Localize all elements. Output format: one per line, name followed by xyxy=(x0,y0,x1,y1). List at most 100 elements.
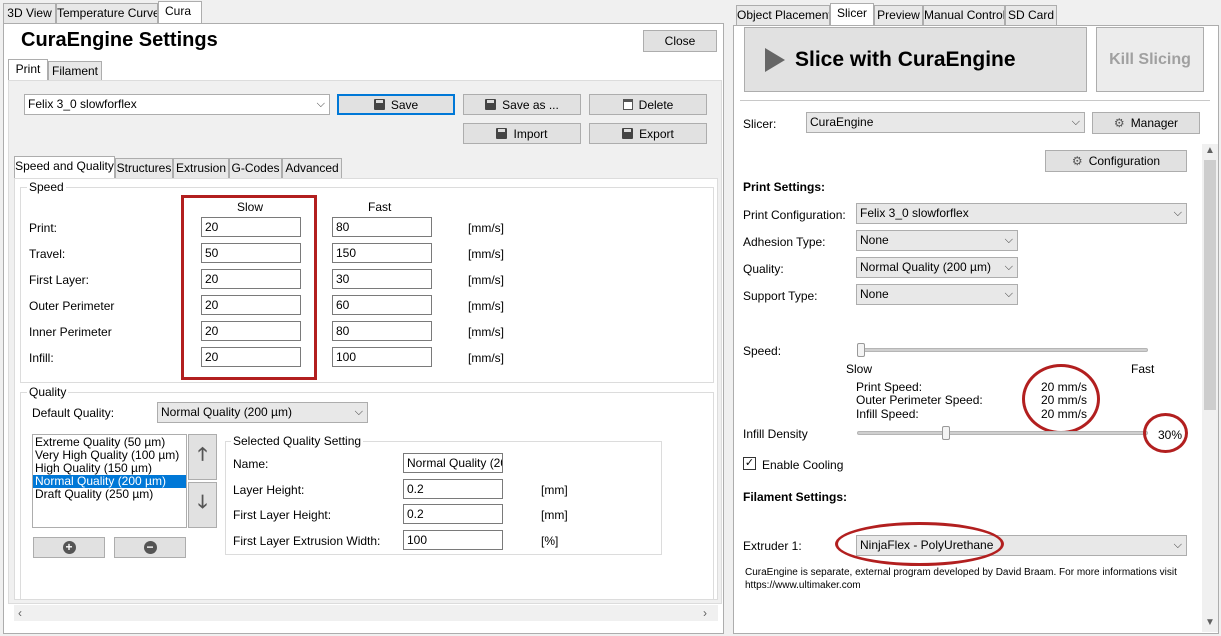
infill-density-label: Infill Density xyxy=(743,427,808,441)
print-fast-input[interactable]: 80 xyxy=(332,217,432,237)
quality-label: Quality: xyxy=(743,262,784,276)
gears-icon: ⚙ xyxy=(1113,116,1125,130)
tab-g-codes[interactable]: G-Codes xyxy=(229,158,282,179)
speed-slider-thumb[interactable] xyxy=(857,343,865,357)
slow-column-highlight xyxy=(181,195,317,380)
tab-print[interactable]: Print xyxy=(8,59,48,82)
move-down-button[interactable]: 🡓 xyxy=(188,482,217,528)
tab-preview[interactable]: Preview xyxy=(874,5,923,26)
chevron-down-icon: ⌵ xyxy=(1173,539,1182,551)
import-button[interactable]: Import xyxy=(463,123,581,144)
enable-cooling-checkbox[interactable]: ✓ xyxy=(743,457,756,470)
infill-slider-track[interactable] xyxy=(857,431,1148,435)
unit-label: [mm] xyxy=(541,508,568,522)
travel-fast-input[interactable]: 150 xyxy=(332,243,432,263)
horizontal-scrollbar[interactable] xyxy=(14,605,718,621)
tab-extrusion[interactable]: Extrusion xyxy=(173,158,229,179)
infill-fast-input[interactable]: 100 xyxy=(332,347,432,367)
first-layer-extrusion-width-input[interactable]: 100 xyxy=(403,530,503,550)
move-up-button[interactable]: 🡑 xyxy=(188,434,217,480)
infill-slider-thumb[interactable] xyxy=(941,426,950,440)
scrollbar-thumb[interactable] xyxy=(1204,160,1216,410)
save-icon xyxy=(373,99,385,110)
name-label: Name: xyxy=(233,457,269,471)
unit-label: [mm/s] xyxy=(468,351,504,365)
speed-row-label: Print: xyxy=(29,221,58,235)
close-button[interactable]: Close xyxy=(643,30,717,52)
print-speed-label: Print Speed: xyxy=(856,380,923,394)
default-quality-select[interactable]: Normal Quality (200 µm) ⌵ xyxy=(157,402,368,423)
tab-manual-control[interactable]: Manual Control xyxy=(923,5,1005,26)
scroll-down-icon[interactable]: ▼ xyxy=(1205,617,1215,628)
print-configuration-select[interactable]: Felix 3_0 slowforflex ⌵ xyxy=(856,203,1187,224)
speed-slider-track[interactable] xyxy=(857,348,1148,352)
kill-slicing-button[interactable]: Kill Slicing xyxy=(1096,27,1204,92)
quality-list-items: Extreme Quality (50 µm) Very High Quality… xyxy=(33,436,186,501)
slicer-select[interactable]: CuraEngine ⌵ xyxy=(806,112,1085,133)
slicer-value: CuraEngine xyxy=(810,115,874,129)
inner-perimeter-fast-input[interactable]: 80 xyxy=(332,321,432,341)
unit-label: [mm/s] xyxy=(468,299,504,313)
tab-object-placement[interactable]: Object Placement xyxy=(736,5,830,26)
configuration-button[interactable]: ⚙ Configuration xyxy=(1045,150,1187,172)
speed-row-label: Outer Perimeter xyxy=(29,299,115,313)
unit-label: [mm/s] xyxy=(468,325,504,339)
profile-select[interactable]: Felix 3_0 slowforflex ⌵ xyxy=(24,94,330,115)
remove-quality-button[interactable]: − xyxy=(114,537,186,558)
export-button[interactable]: Export xyxy=(589,123,707,144)
plus-icon: + xyxy=(62,541,76,554)
speed-fast-label: Fast xyxy=(1131,362,1155,376)
delete-button[interactable]: Delete xyxy=(589,94,707,115)
manager-button[interactable]: ⚙ Manager xyxy=(1092,112,1200,134)
import-icon xyxy=(496,128,508,139)
first-layer-fast-input[interactable]: 30 xyxy=(332,269,432,289)
first-layer-height-input[interactable]: 0.2 xyxy=(403,504,503,524)
export-label: Export xyxy=(639,126,674,141)
chevron-down-icon: ⌵ xyxy=(1004,288,1013,300)
minus-icon: − xyxy=(143,541,157,554)
tab-cura[interactable]: Cura xyxy=(158,1,202,24)
slice-label: Slice with CuraEngine xyxy=(795,47,1016,71)
support-type-value: None xyxy=(860,287,889,301)
slicer-divider xyxy=(740,100,1210,101)
slice-button[interactable]: Slice with CuraEngine xyxy=(744,27,1087,92)
outer-perimeter-fast-input[interactable]: 60 xyxy=(332,295,432,315)
first-layer-extrusion-width-label: First Layer Extrusion Width: xyxy=(233,534,381,548)
speed-row-label: Inner Perimeter xyxy=(29,325,112,339)
tab-filament[interactable]: Filament xyxy=(48,61,102,82)
chevron-down-icon: ⌵ xyxy=(1173,207,1182,219)
unit-label: [mm] xyxy=(541,483,568,497)
tab-speed-and-quality[interactable]: Speed and Quality xyxy=(14,156,115,179)
adhesion-type-label: Adhesion Type: xyxy=(743,235,826,249)
save-button[interactable]: Save xyxy=(337,94,455,115)
tab-slicer[interactable]: Slicer xyxy=(830,3,874,26)
adhesion-type-select[interactable]: None ⌵ xyxy=(856,230,1018,251)
default-quality-value: Normal Quality (200 µm) xyxy=(161,405,292,419)
trash-icon xyxy=(622,99,633,110)
unit-label: [mm/s] xyxy=(468,221,504,235)
tab-structures[interactable]: Structures xyxy=(115,158,173,179)
tab-3d-view[interactable]: 3D View xyxy=(3,3,56,24)
quality-list-item[interactable]: Draft Quality (250 µm) xyxy=(33,488,186,501)
layer-height-input[interactable]: 0.2 xyxy=(403,479,503,499)
scroll-up-icon[interactable]: ▲ xyxy=(1205,145,1215,156)
support-type-select[interactable]: None ⌵ xyxy=(856,284,1018,305)
print-settings-title: Print Settings: xyxy=(743,180,826,194)
quality-name-input[interactable]: Normal Quality (200 xyxy=(403,453,503,473)
tab-temperature-curve[interactable]: Temperature Curve xyxy=(56,3,158,24)
chevron-down-icon: ⌵ xyxy=(316,98,325,110)
add-quality-button[interactable]: + xyxy=(33,537,105,558)
chevron-down-icon: ⌵ xyxy=(1004,234,1013,246)
scroll-left-icon[interactable]: ‹ xyxy=(18,606,22,620)
filament-settings-title: Filament Settings: xyxy=(743,490,848,504)
tab-sd-card[interactable]: SD Card xyxy=(1005,5,1057,26)
save-as-button[interactable]: Save as ... xyxy=(463,94,581,115)
scroll-right-icon[interactable]: › xyxy=(703,606,707,620)
speed-label: Speed: xyxy=(743,344,782,358)
layer-height-label: Layer Height: xyxy=(233,483,305,497)
quality-select[interactable]: Normal Quality (200 µm) ⌵ xyxy=(856,257,1018,278)
play-icon xyxy=(765,47,785,72)
close-label: Close xyxy=(664,34,696,48)
arrow-up-icon: 🡑 xyxy=(197,444,208,464)
tab-advanced[interactable]: Advanced xyxy=(282,158,342,179)
